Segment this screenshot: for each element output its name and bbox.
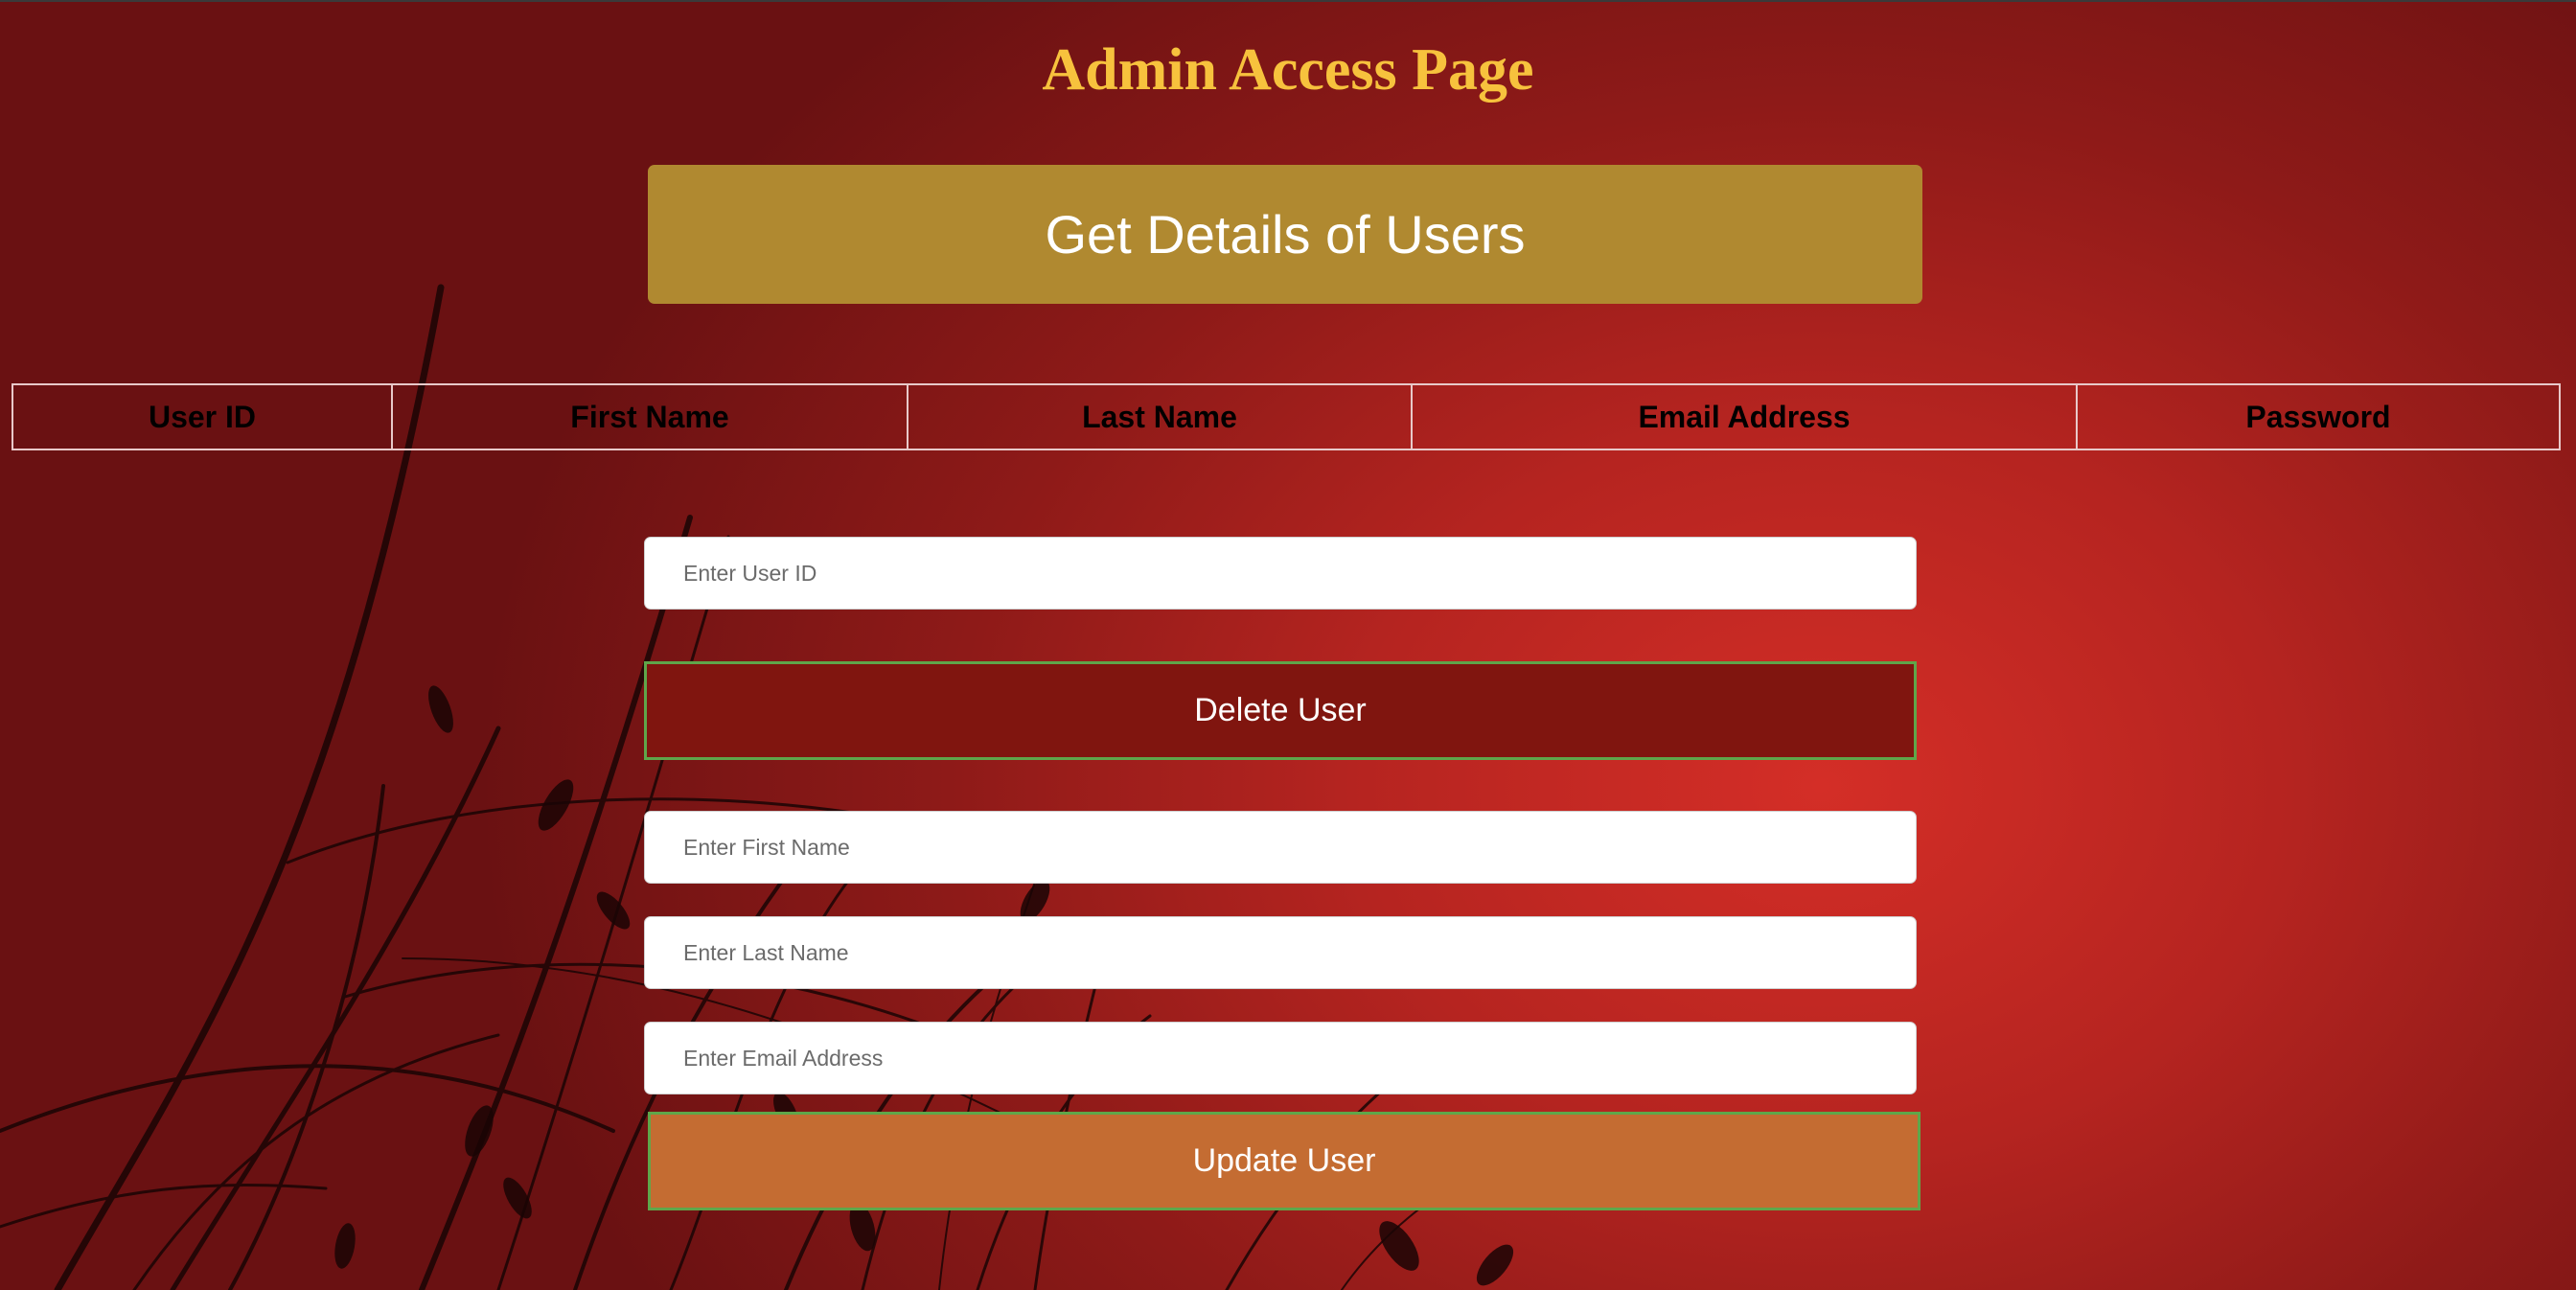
table-header-row: User ID First Name Last Name Email Addre… bbox=[12, 383, 2561, 450]
column-header-user-id: User ID bbox=[12, 383, 393, 450]
page-title: Admin Access Page bbox=[1042, 37, 1534, 103]
top-border bbox=[0, 0, 2576, 2]
update-user-button[interactable]: Update User bbox=[648, 1112, 1920, 1210]
user-id-input[interactable] bbox=[644, 537, 1917, 610]
get-details-of-users-button[interactable]: Get Details of Users bbox=[648, 165, 1922, 304]
column-header-password: Password bbox=[2076, 383, 2561, 450]
column-header-email-address: Email Address bbox=[1411, 383, 2078, 450]
delete-user-button[interactable]: Delete User bbox=[644, 661, 1917, 760]
column-header-last-name: Last Name bbox=[907, 383, 1413, 450]
column-header-first-name: First Name bbox=[391, 383, 908, 450]
first-name-input[interactable] bbox=[644, 811, 1917, 884]
last-name-input[interactable] bbox=[644, 916, 1917, 989]
users-table: User ID First Name Last Name Email Addre… bbox=[12, 383, 2561, 450]
email-address-input[interactable] bbox=[644, 1022, 1917, 1094]
